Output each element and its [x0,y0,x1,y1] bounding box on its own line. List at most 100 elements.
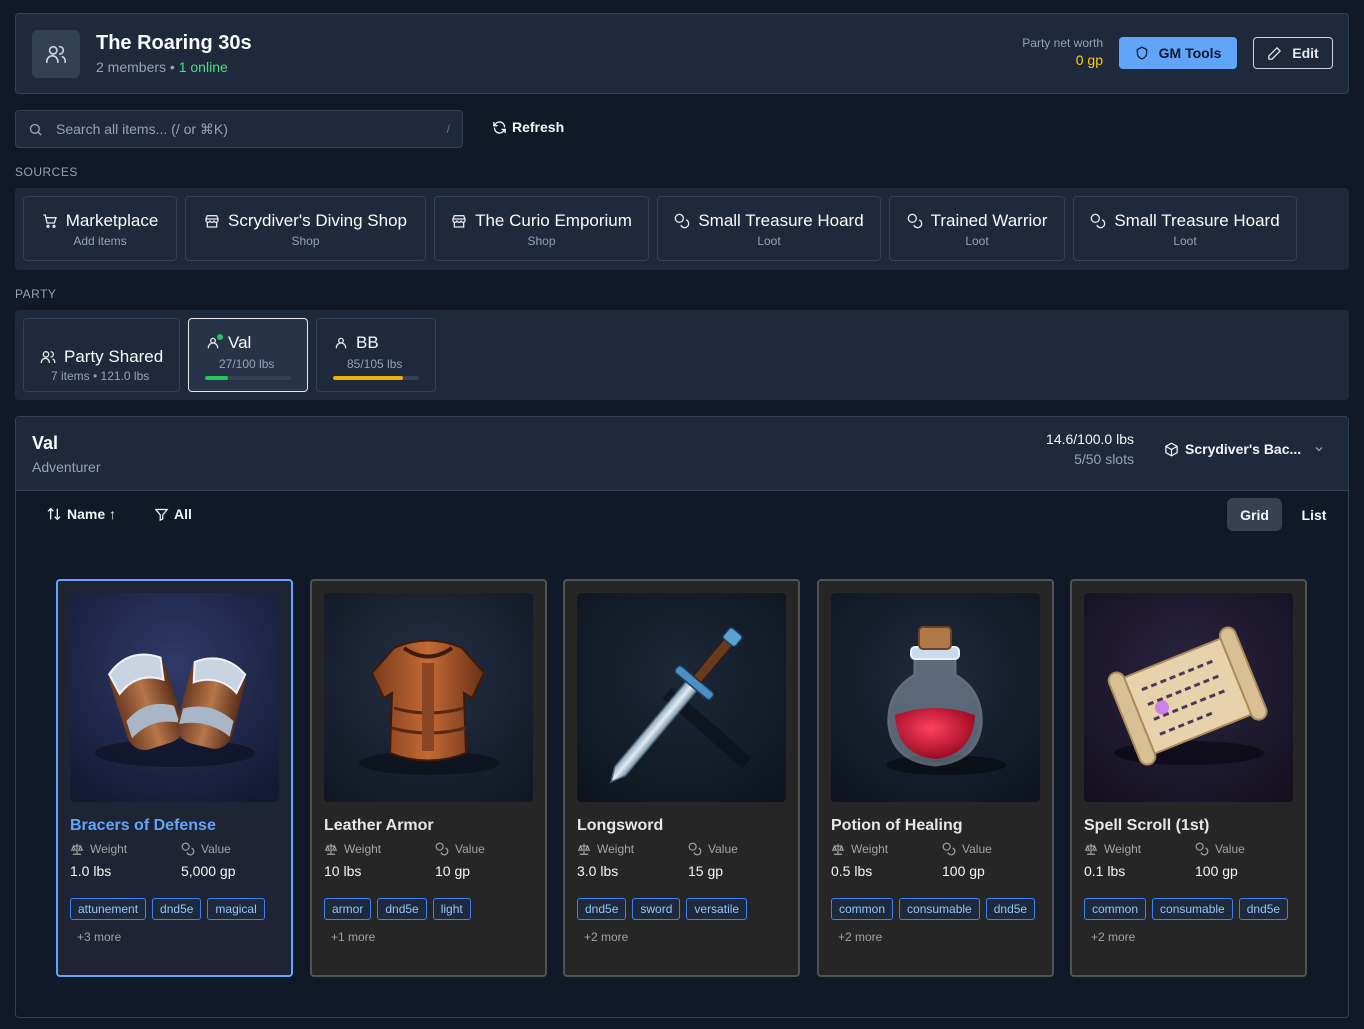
source-card-small-treasure-hoard-2[interactable]: Small Treasure Hoard Loot [1073,196,1297,261]
tag[interactable]: dnd5e [377,898,427,920]
item-value: 100 gp [1195,863,1238,879]
container-select[interactable]: Scrydiver's Bac... [1164,441,1325,457]
refresh-button[interactable]: Refresh [492,119,564,135]
coins-icon [1195,842,1209,856]
refresh-icon [493,120,506,134]
tag[interactable]: common [831,898,894,920]
item-name: Longsword [577,817,664,834]
view-list-toggle[interactable]: List [1294,498,1334,531]
item-card-leather-armor[interactable]: Leather Armor Weight 10 lbs Value 10 gp … [310,579,547,977]
search-input[interactable] [56,121,447,137]
tag[interactable]: attunement [70,898,147,920]
value-label: Value [201,842,231,856]
weight-stat: Weight 0.1 lbs [1084,842,1141,879]
more-tags[interactable]: +2 more [831,926,889,948]
chevron-down-icon [1315,447,1323,452]
weight-label: Weight [597,842,635,856]
weight-stat: Weight 10 lbs [324,842,381,879]
filter-label: All [174,506,192,522]
tag[interactable]: dnd5e [577,898,627,920]
pencil-icon [1268,46,1282,60]
item-card-spell-scroll[interactable]: Spell Scroll (1st) Weight 0.1 lbs Value … [1070,579,1307,977]
member-load-bar [333,376,419,380]
scale-icon [70,843,84,855]
coins-icon [907,213,922,229]
tag[interactable]: dnd5e [152,898,202,920]
character-name: Val [32,433,59,453]
source-card-scrydivers-diving-shop[interactable]: Scrydiver's Diving Shop Shop [185,196,426,261]
store-icon [452,215,466,228]
source-card-marketplace[interactable]: Marketplace Add items [23,196,177,261]
item-image-potion [831,593,1040,802]
item-name: Spell Scroll (1st) [1084,817,1210,834]
source-card-trained-warrior[interactable]: Trained Warrior Loot [889,196,1065,261]
tag[interactable]: sword [632,898,681,920]
weight-label: Weight [344,842,382,856]
gm-tools-label: GM Tools [1158,45,1222,61]
item-tags: armor dnd5e light +1 more [324,898,535,948]
more-tags[interactable]: +2 more [1084,926,1142,948]
tag[interactable]: common [1084,898,1147,920]
member-card-bb[interactable]: BB 85/105 lbs [316,318,436,392]
weight-stat: Weight 0.5 lbs [831,842,888,879]
source-name: Trained Warrior [930,211,1048,230]
item-value: 100 gp [942,863,985,879]
source-name: Scrydiver's Diving Shop [228,211,407,230]
tag[interactable]: dnd5e [1238,898,1289,920]
inventory-capacity: 14.6/100.0 lbs 5/50 slots [1046,431,1134,467]
item-tags: common consumable dnd5e +2 more [831,898,1042,948]
item-image-longsword [577,593,786,802]
tag[interactable]: armor [324,898,372,920]
search-icon [29,123,42,136]
scale-icon [1084,843,1098,855]
member-load-bar [205,376,291,380]
coins-icon [688,842,702,856]
inventory-header: Val Adventurer 14.6/100.0 lbs 5/50 slots… [16,417,1348,491]
item-card-bracers-of-defense[interactable]: Bracers of Defense Weight 1.0 lbs Value … [56,579,293,977]
source-type: Shop [527,234,556,248]
view-grid-toggle[interactable]: Grid [1227,498,1282,531]
more-tags[interactable]: +3 more [70,926,128,948]
value-label: Value [962,842,992,856]
item-name: Bracers of Defense [70,817,216,834]
source-card-curio-emporium[interactable]: The Curio Emporium Shop [434,196,649,261]
item-tags: dnd5e sword versatile +2 more [577,898,788,948]
source-card-small-treasure-hoard[interactable]: Small Treasure Hoard Loot [657,196,881,261]
net-worth: Party net worth 0 gp [1022,36,1103,68]
more-tags[interactable]: +2 more [577,926,635,948]
member-card-val[interactable]: Val 27/100 lbs [188,318,308,392]
load-fill-bb [333,376,403,380]
search-box[interactable]: / [15,110,463,148]
item-image-bracers [70,593,279,802]
member-count: 2 members [96,59,167,75]
value-stat: Value 100 gp [942,842,992,879]
inventory-panel: Val Adventurer 14.6/100.0 lbs 5/50 slots… [15,416,1349,1018]
tag[interactable]: magical [207,898,265,920]
party-shared-card[interactable]: Party Shared 7 items • 121.0 lbs [23,318,180,392]
sort-button[interactable]: Name ↑ [46,506,116,522]
member-name: Val [228,333,252,352]
online-indicator [217,334,223,340]
item-card-potion-of-healing[interactable]: Potion of Healing Weight 0.5 lbs Value 1… [817,579,1054,977]
item-card-longsword[interactable]: Longsword Weight 3.0 lbs Value 15 gp dnd… [563,579,800,977]
coins-icon [435,842,449,856]
tag[interactable]: light [432,898,471,920]
filter-button[interactable]: All [154,506,192,522]
item-weight: 10 lbs [324,863,362,879]
gm-tools-button[interactable]: GM Tools [1119,37,1237,69]
item-value: 10 gp [435,863,471,879]
tag[interactable]: consumable [899,898,980,920]
item-weight: 0.5 lbs [831,863,873,879]
weight-label: Weight [851,842,889,856]
weight-stat: Weight 3.0 lbs [577,842,634,879]
tag[interactable]: dnd5e [985,898,1036,920]
source-name: The Curio Emporium [475,211,632,230]
slot-count: 5/50 slots [1074,451,1134,467]
edit-button[interactable]: Edit [1253,37,1333,69]
tag[interactable]: versatile [686,898,748,920]
tag[interactable]: consumable [1152,898,1233,920]
source-type: Loot [965,234,989,248]
item-tags: common consumable dnd5e +2 more [1084,898,1295,948]
more-tags[interactable]: +1 more [324,926,382,948]
cart-icon [43,214,57,228]
